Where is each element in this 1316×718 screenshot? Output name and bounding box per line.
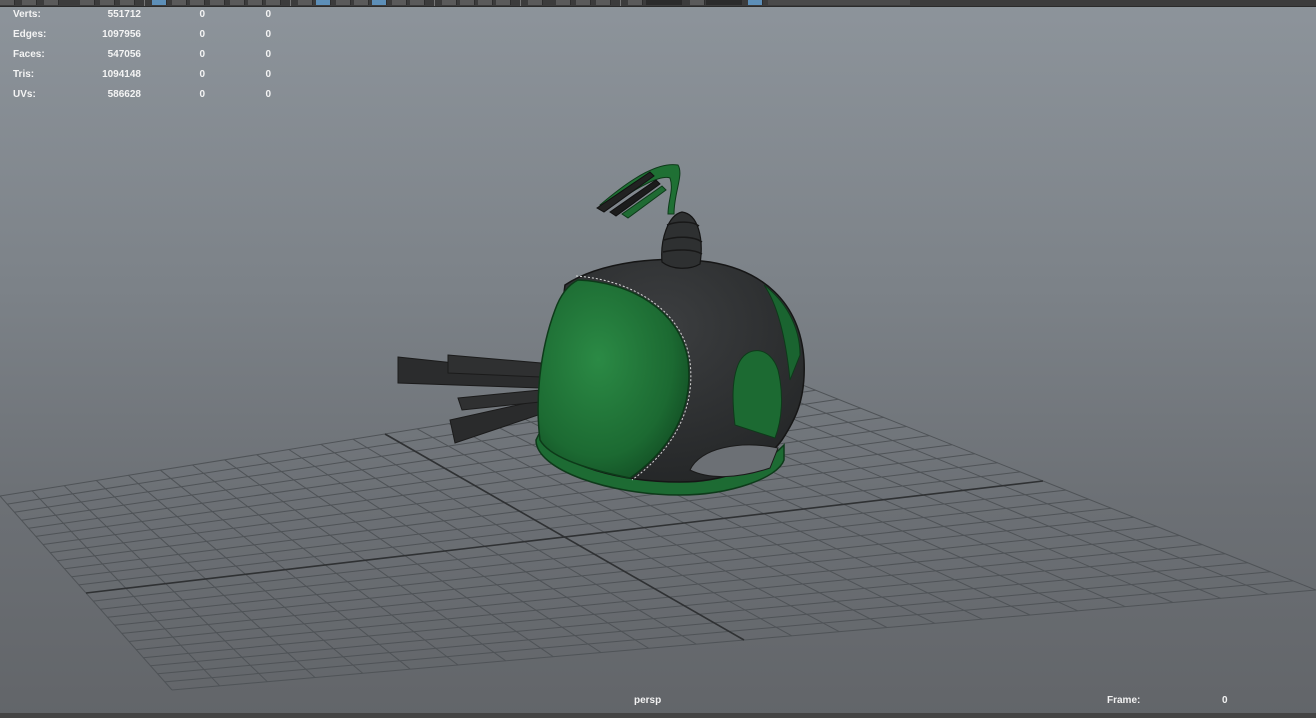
frame-label: Frame: (1107, 695, 1141, 706)
hud-selected: 0 (199, 89, 205, 100)
frame-value: 0 (1222, 695, 1228, 706)
hud-total: 1097956 (102, 29, 141, 40)
hud-selected: 0 (199, 29, 205, 40)
hud-label: Faces: (13, 49, 45, 60)
hud-row-verts: Verts: 551712 0 0 (13, 8, 273, 28)
hud-label: Edges: (13, 29, 47, 40)
hud-selected: 0 (199, 69, 205, 80)
hud-row-uvs: UVs: 586628 0 0 (13, 88, 273, 108)
hud-selected: 0 (199, 9, 205, 20)
hud-extra: 0 (265, 9, 271, 20)
camera-name-label: persp (634, 695, 662, 706)
hud-extra: 0 (265, 29, 271, 40)
hud-extra: 0 (265, 49, 271, 60)
poly-count-hud: Verts: 551712 0 0 Edges: 1097956 0 0 Fac… (13, 8, 273, 108)
hud-selected: 0 (199, 49, 205, 60)
helmet-strap[interactable] (447, 354, 542, 378)
hud-extra: 0 (265, 69, 271, 80)
hud-label: UVs: (13, 89, 36, 100)
hud-total: 547056 (107, 49, 141, 60)
hud-label: Verts: (13, 9, 41, 20)
hud-total: 1094148 (102, 69, 141, 80)
viewport-bottom-border (0, 713, 1316, 718)
hud-total: 586628 (107, 89, 141, 100)
3d-viewport[interactable]: Verts: 551712 0 0 Edges: 1097956 0 0 Fac… (0, 0, 1316, 718)
helmet-top-knob[interactable] (661, 211, 702, 269)
hud-label: Tris: (13, 69, 35, 80)
hud-total: 551712 (107, 9, 141, 20)
hud-extra: 0 (265, 89, 271, 100)
hud-row-edges: Edges: 1097956 0 0 (13, 28, 273, 48)
helmet-ear-opening[interactable] (732, 350, 783, 439)
hud-row-tris: Tris: 1094148 0 0 (13, 68, 273, 88)
hud-row-faces: Faces: 547056 0 0 (13, 48, 273, 68)
helmet-model[interactable] (397, 164, 805, 496)
